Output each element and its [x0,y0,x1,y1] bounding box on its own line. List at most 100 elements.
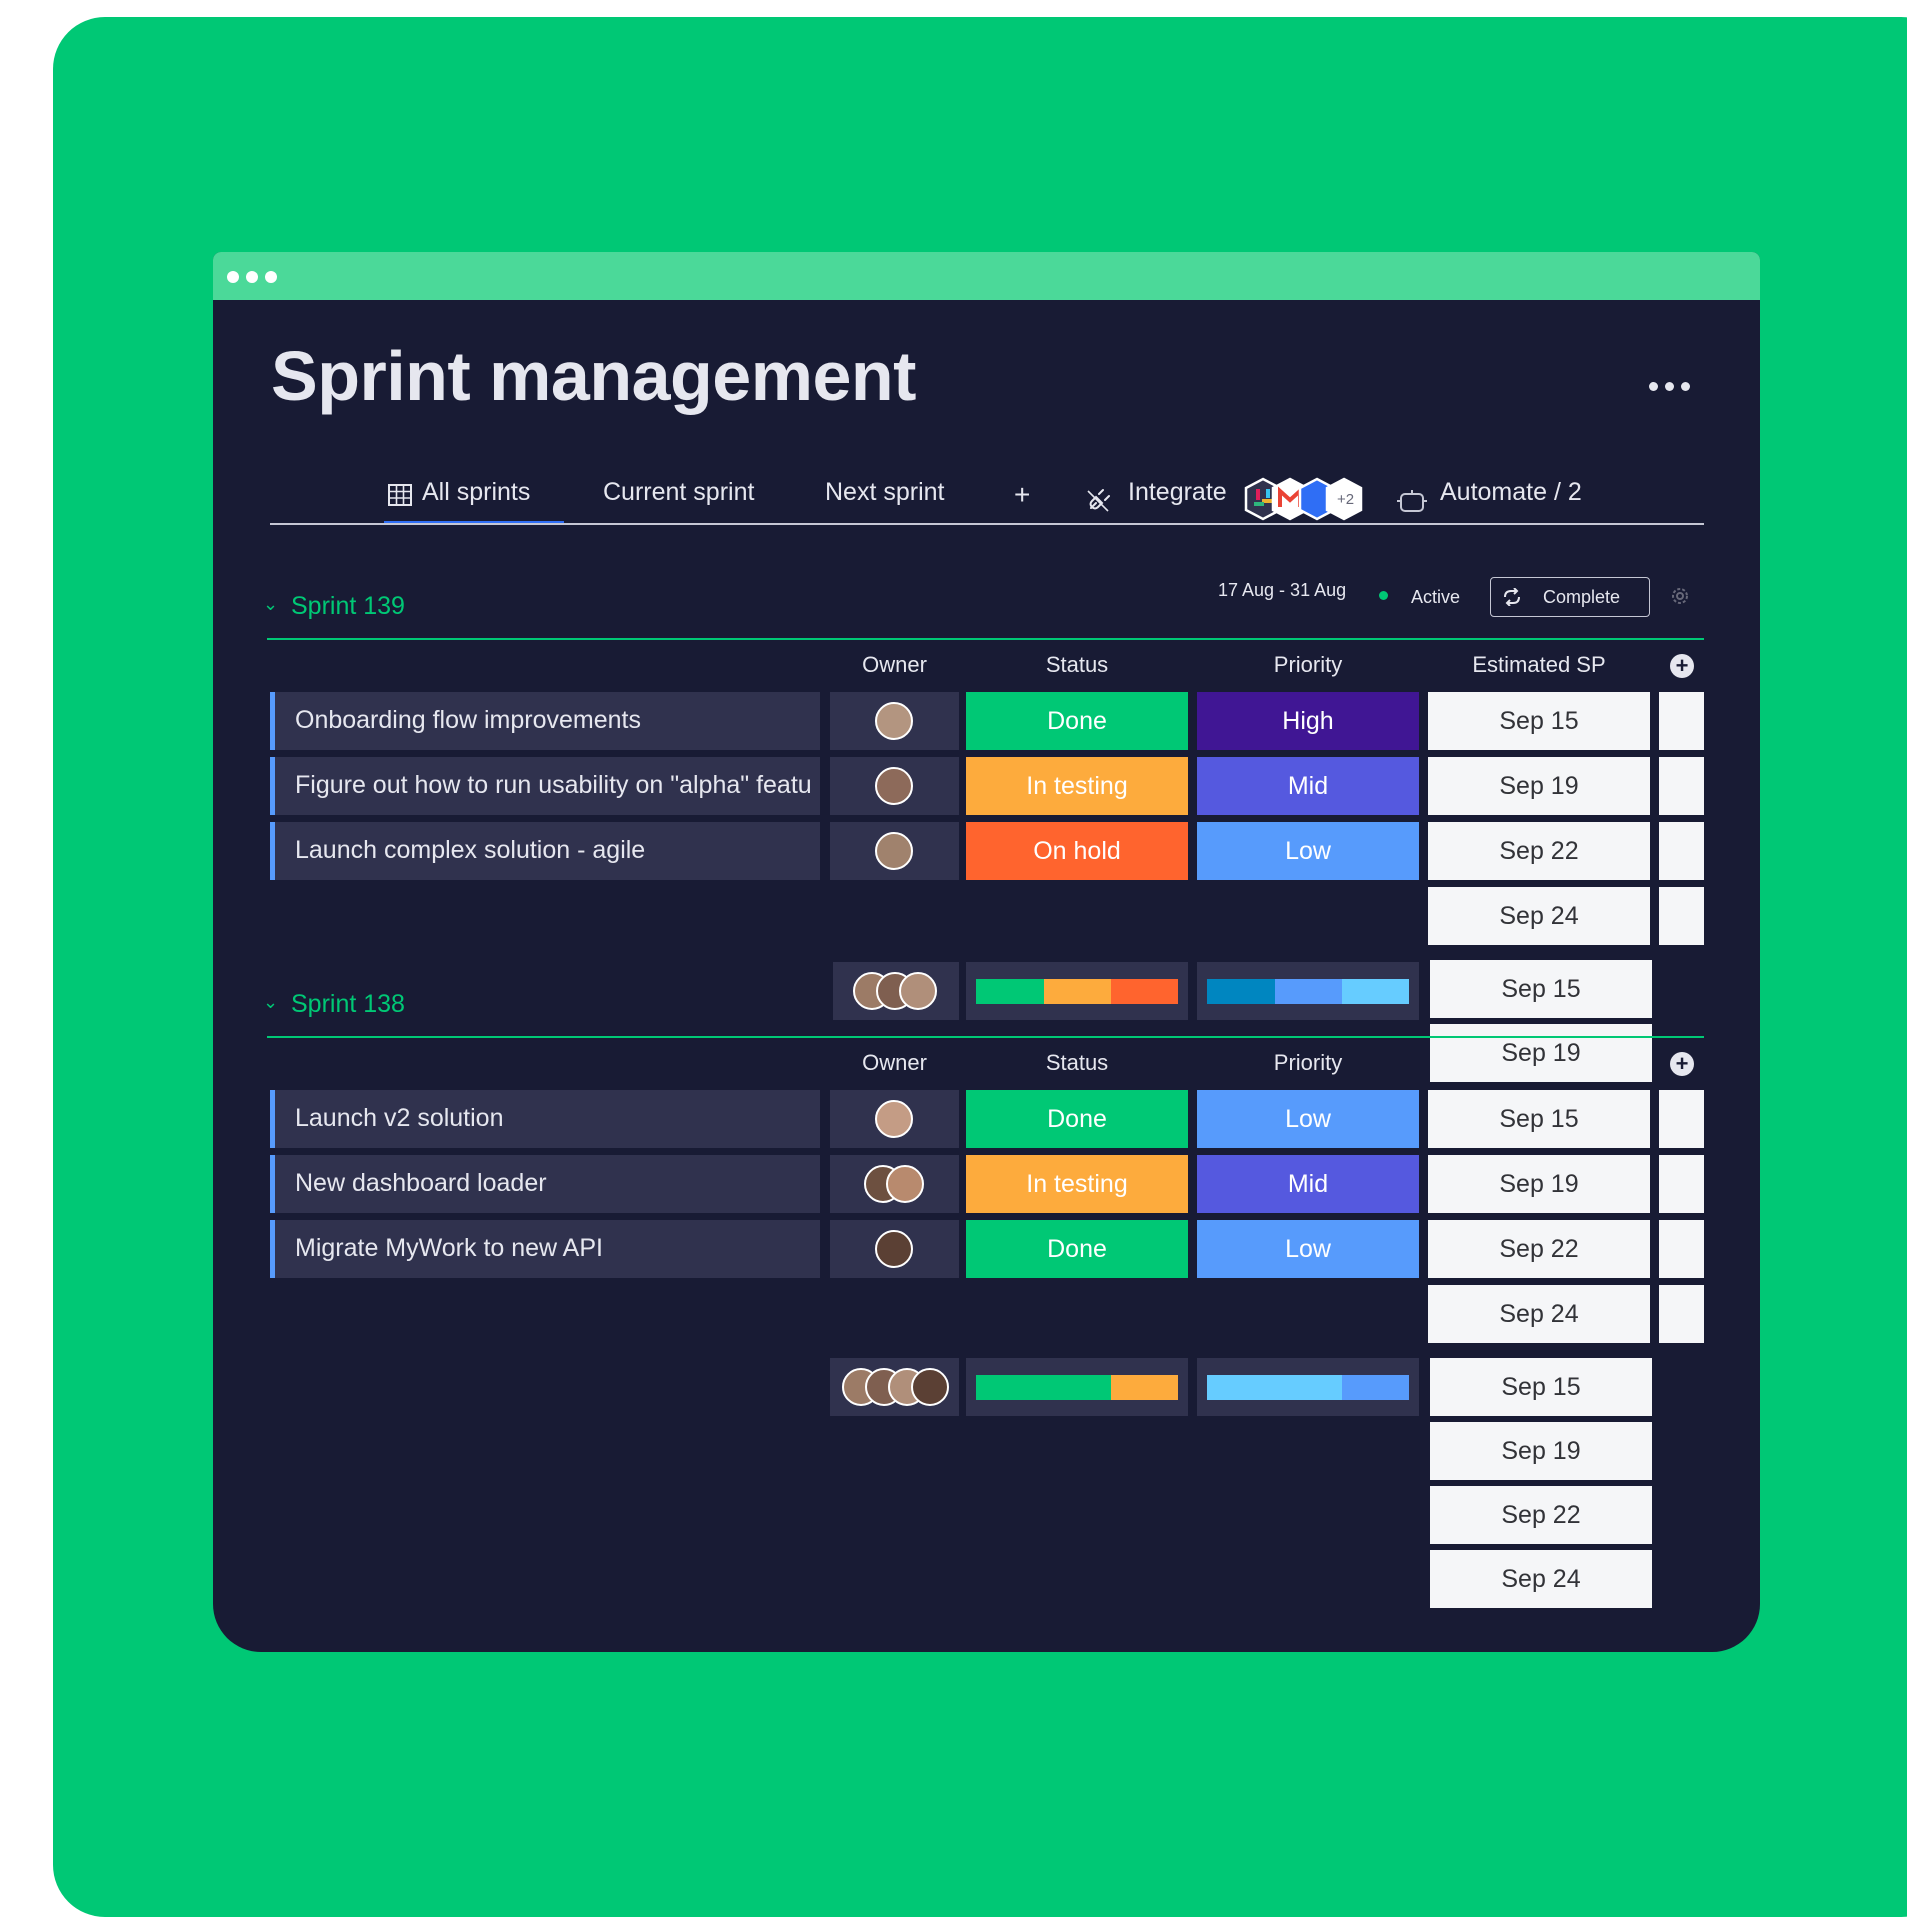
empty-cell [1659,757,1704,815]
avatar [875,767,913,805]
owner-summary [830,1358,959,1416]
sprint-state: Active [1411,587,1461,607]
priority-summary-bar [1197,962,1419,1020]
status-cell[interactable]: In testing [966,757,1188,815]
owner-cell[interactable] [830,692,959,750]
column-header-priority[interactable]: Priority [1197,1050,1419,1076]
empty-cell [1659,1220,1704,1278]
add-view-button[interactable]: + [1014,479,1030,511]
status-cell[interactable]: Done [966,1220,1188,1278]
date-cell[interactable]: Sep 22 [1428,822,1650,880]
date-cell[interactable]: Sep 19 [1428,757,1650,815]
priority-cell[interactable]: Mid [1197,1155,1419,1213]
priority-cell[interactable]: Low [1197,1220,1419,1278]
automate-robot-icon [1397,490,1427,512]
table-row-item[interactable]: Launch v2 solution [270,1090,820,1148]
owner-cell[interactable] [830,822,959,880]
priority-summary-bar [1197,1358,1419,1416]
column-header-status[interactable]: Status [966,1050,1188,1076]
avatar [911,1368,949,1406]
column-header-owner[interactable]: Owner [830,1050,959,1076]
date-cell[interactable]: Sep 22 [1428,1220,1650,1278]
owner-cell[interactable] [830,757,959,815]
status-cell[interactable]: On hold [966,822,1188,880]
priority-cell[interactable]: Low [1197,822,1419,880]
date-cell[interactable]: Sep 24 [1428,1285,1650,1343]
table-row-item[interactable]: Migrate MyWork to new API [270,1220,820,1278]
table-row-item[interactable]: Onboarding flow improvements [270,692,820,750]
avatar [875,702,913,740]
date-cell[interactable]: Sep 19 [1428,1155,1650,1213]
add-column-icon[interactable]: + [1670,1052,1694,1076]
app-window: Sprint management All sprints Current sp… [213,252,1760,1652]
owner-cell[interactable] [830,1220,959,1278]
chevron-down-icon[interactable]: ⌄ [263,992,278,1013]
status-cell[interactable]: Done [966,1090,1188,1148]
owner-cell[interactable] [830,1155,959,1213]
tabs-divider [270,523,1704,525]
table-row-item[interactable]: Launch complex solution - agile [270,822,820,880]
integrate-plug-icon [1087,489,1110,512]
settings-gear-icon[interactable] [1669,585,1691,607]
window-dot [246,271,258,283]
group-divider [267,638,1704,640]
avatar [875,832,913,870]
empty-cell [1659,1285,1704,1343]
group-title-sprint-139[interactable]: Sprint 139 [291,592,405,621]
add-column-icon[interactable]: + [1670,654,1694,678]
page-title: Sprint management [271,337,916,415]
tab-all-sprints[interactable]: All sprints [422,478,530,507]
integration-more-count: +2 [1337,491,1355,508]
table-row-item[interactable]: New dashboard loader [270,1155,820,1213]
priority-cell[interactable]: High [1197,692,1419,750]
column-header-priority[interactable]: Priority [1197,652,1419,678]
empty-cell [1659,1155,1704,1213]
group-title-sprint-138[interactable]: Sprint 138 [291,990,405,1019]
group-divider [267,1036,1704,1038]
priority-cell[interactable]: Mid [1197,757,1419,815]
date-summary-cell: Sep 19 [1430,1422,1652,1480]
empty-cell [1659,1090,1704,1148]
column-header-owner[interactable]: Owner [830,652,959,678]
owner-summary [833,962,959,1020]
item-name: Figure out how to run usability on "alph… [295,771,812,799]
status-summary-bar [966,962,1188,1020]
active-status-dot [1379,591,1388,600]
avatar [875,1230,913,1268]
avatar [886,1165,924,1203]
chevron-down-icon[interactable]: ⌄ [263,594,278,615]
avatar [875,1100,913,1138]
tab-current-sprint[interactable]: Current sprint [603,478,754,507]
empty-cell [1659,692,1704,750]
table-grid-icon [388,484,412,506]
window-dot [227,271,239,283]
tab-next-sprint[interactable]: Next sprint [825,478,944,507]
automate-button[interactable]: Automate / 2 [1440,478,1582,507]
avatar [899,972,937,1010]
date-summary-cell: Sep 15 [1430,960,1652,1018]
date-summary-cell: Sep 22 [1430,1486,1652,1544]
sync-icon [1504,588,1520,606]
table-row-item[interactable]: Figure out how to run usability on "alph… [270,757,820,815]
complete-label: Complete [1543,587,1621,607]
date-cell[interactable]: Sep 15 [1428,692,1650,750]
empty-cell [1659,887,1704,945]
date-summary-cell: Sep 15 [1430,1358,1652,1416]
column-header-status[interactable]: Status [966,652,1188,678]
priority-cell[interactable]: Low [1197,1090,1419,1148]
column-header-estimated-sp[interactable]: Estimated SP [1428,652,1650,678]
window-dot [265,271,277,283]
integration-apps-icons[interactable] [1243,477,1383,523]
date-summary-cell: Sep 24 [1430,1550,1652,1608]
integrate-button[interactable]: Integrate [1128,478,1227,507]
item-name: Launch complex solution - agile [295,836,646,864]
status-summary-bar [966,1358,1188,1416]
window-titlebar [213,252,1760,300]
date-summary-cell: Sep 19 [1430,1024,1652,1082]
date-cell[interactable]: Sep 24 [1428,887,1650,945]
status-cell[interactable]: In testing [966,1155,1188,1213]
status-cell[interactable]: Done [966,692,1188,750]
date-cell[interactable]: Sep 15 [1428,1090,1650,1148]
complete-sprint-button[interactable]: Complete [1490,577,1650,617]
owner-cell[interactable] [830,1090,959,1148]
